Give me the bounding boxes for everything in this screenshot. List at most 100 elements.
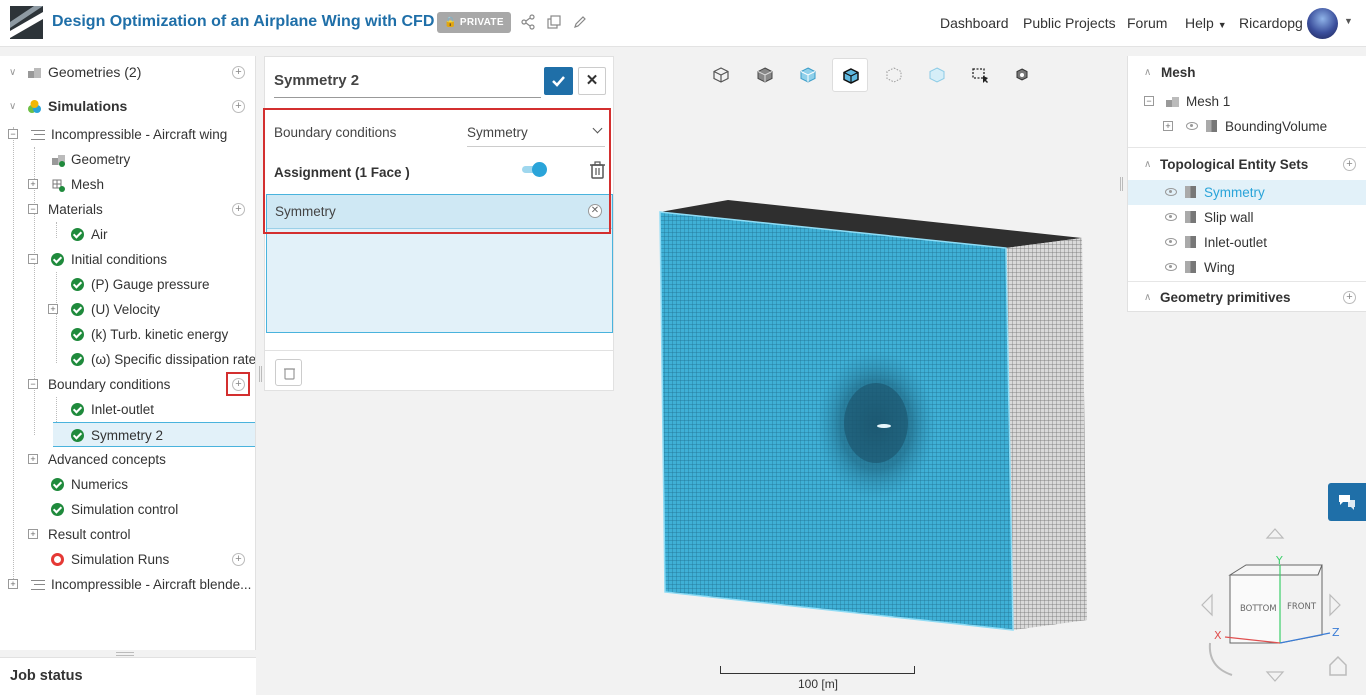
eye-icon[interactable] [1186, 122, 1198, 130]
add-entity-set-button[interactable]: + [1343, 158, 1356, 171]
splitter-grip[interactable] [1120, 177, 1123, 191]
entity-set-slip-wall[interactable]: Slip wall [1128, 205, 1366, 230]
settings-cube-tool[interactable] [1004, 58, 1040, 92]
nav-help[interactable]: Help ▼ [1185, 15, 1227, 31]
nav-user[interactable]: Ricardopg [1239, 15, 1303, 31]
box-select-tool[interactable] [962, 58, 998, 92]
avatar[interactable] [1307, 8, 1338, 39]
expand-toggle[interactable]: + [28, 529, 38, 539]
simscale-logo[interactable] [10, 6, 43, 39]
add-geometry-button[interactable]: + [232, 66, 245, 79]
tree-velocity[interactable]: + (U) Velocity [0, 297, 255, 322]
entity-set-inlet-outlet[interactable]: Inlet-outlet [1128, 230, 1366, 255]
delete-button[interactable] [275, 359, 302, 386]
mesh-icon [52, 179, 65, 192]
expand-toggle[interactable]: + [8, 579, 18, 589]
mesh-section-header[interactable]: ∧ Mesh [1128, 60, 1366, 85]
tree-inlet-outlet[interactable]: Inlet-outlet [0, 397, 255, 422]
chevron-up-icon[interactable]: ∧ [1144, 152, 1151, 177]
nav-dashboard[interactable]: Dashboard [940, 15, 1009, 31]
copy-icon[interactable] [546, 14, 562, 30]
tree-label: Symmetry 2 [91, 428, 164, 443]
tes-section-header[interactable]: ∧ Topological Entity Sets + [1128, 152, 1366, 177]
collapse-toggle[interactable]: − [28, 379, 38, 389]
tree-simulation-control[interactable]: Simulation control [0, 497, 255, 522]
tree-gauge-pressure[interactable]: (P) Gauge pressure [0, 272, 255, 297]
chevron-up-icon[interactable]: ∧ [1144, 60, 1151, 85]
view-points-tool[interactable] [876, 58, 912, 92]
arrow-down-icon[interactable] [1265, 671, 1285, 682]
mesh-icon [1166, 97, 1179, 107]
bounding-volume-item[interactable]: + BoundingVolume [1128, 114, 1366, 139]
chevron-down-icon[interactable]: ∨ [9, 94, 16, 119]
close-button[interactable]: ✕ [578, 67, 606, 95]
collapse-toggle[interactable]: − [28, 254, 38, 264]
nav-forum[interactable]: Forum [1127, 15, 1167, 31]
tree-geometries[interactable]: ∨ Geometries (2) + [0, 60, 255, 85]
x-axis-label: X [1214, 629, 1222, 642]
eye-icon[interactable] [1165, 238, 1177, 246]
tree-simulation-1[interactable]: − Incompressible - Aircraft wing [0, 122, 255, 147]
add-simulation-run-button[interactable]: + [232, 553, 245, 566]
check-icon [71, 303, 84, 316]
job-status-panel[interactable]: Job status [0, 657, 256, 695]
view-cube-navigator[interactable]: BOTTOM FRONT Y X Z [1190, 525, 1360, 695]
add-material-button[interactable]: + [232, 203, 245, 216]
tree-air[interactable]: Air [0, 222, 255, 247]
expand-toggle[interactable]: + [28, 454, 38, 464]
tree-simulation-runs[interactable]: Simulation Runs + [0, 547, 255, 572]
arrow-left-icon[interactable] [1201, 593, 1213, 617]
geometry-primitives-header[interactable]: ∧ Geometry primitives + [1128, 285, 1366, 310]
chat-button[interactable] [1328, 483, 1366, 521]
tree-simulation-2[interactable]: + Incompressible - Aircraft blende... [0, 572, 255, 597]
edit-pencil-icon[interactable] [572, 14, 588, 30]
tree-initial-conditions[interactable]: − Initial conditions [0, 247, 255, 272]
user-menu-chevron-icon[interactable]: ▼ [1344, 16, 1353, 26]
expand-toggle[interactable]: + [28, 179, 38, 189]
arrow-right-icon[interactable] [1329, 593, 1341, 617]
chevron-down-icon[interactable]: ∨ [9, 60, 16, 85]
entity-set-wing[interactable]: Wing [1128, 255, 1366, 280]
tree-sdr[interactable]: (ω) Specific dissipation rate [0, 347, 255, 372]
nav-public-projects[interactable]: Public Projects [1023, 15, 1116, 31]
tree-numerics[interactable]: Numerics [0, 472, 255, 497]
cube-icon [1185, 186, 1196, 198]
panel-resize-handle[interactable] [116, 652, 134, 656]
collapse-toggle[interactable]: − [1144, 96, 1154, 106]
view-transparent-tool[interactable] [919, 58, 955, 92]
expand-toggle[interactable]: + [48, 304, 58, 314]
cube-gear-icon [1016, 68, 1028, 81]
chevron-up-icon[interactable]: ∧ [1144, 285, 1151, 310]
tree-result-control[interactable]: + Result control [0, 522, 255, 547]
expand-toggle[interactable]: + [1163, 121, 1173, 131]
add-simulation-button[interactable]: + [232, 100, 245, 113]
tree-simulations[interactable]: ∨ Simulations + [0, 94, 255, 119]
eye-icon[interactable] [1165, 263, 1177, 271]
collapse-toggle[interactable]: − [28, 204, 38, 214]
tree-advanced-concepts[interactable]: + Advanced concepts [0, 447, 255, 472]
tree-tke[interactable]: (k) Turb. kinetic energy [0, 322, 255, 347]
splitter-grip[interactable] [259, 366, 262, 382]
rotate-icon[interactable] [1208, 642, 1233, 676]
mesh-viewport[interactable] [640, 180, 1110, 640]
view-solid-tool[interactable] [747, 58, 783, 92]
view-wireframe-tool[interactable] [703, 58, 739, 92]
confirm-button[interactable] [544, 67, 573, 95]
add-primitive-button[interactable]: + [1343, 291, 1356, 304]
share-icon[interactable] [520, 14, 536, 30]
tree-symmetry-2[interactable]: Symmetry 2 [53, 422, 255, 447]
eye-icon[interactable] [1165, 188, 1177, 196]
tree-geometry[interactable]: Geometry [0, 147, 255, 172]
tree-boundary-conditions[interactable]: − Boundary conditions + [0, 372, 255, 397]
mesh-1-item[interactable]: − Mesh 1 [1128, 89, 1366, 114]
view-surface-edges-tool[interactable] [832, 58, 868, 92]
eye-icon[interactable] [1165, 213, 1177, 221]
dialog-title[interactable]: Symmetry 2 [274, 72, 359, 89]
entity-set-symmetry[interactable]: Symmetry [1128, 180, 1366, 205]
collapse-toggle[interactable]: − [8, 129, 18, 139]
home-icon[interactable] [1329, 655, 1347, 676]
view-surface-tool[interactable] [790, 58, 826, 92]
tree-mesh[interactable]: + Mesh [0, 172, 255, 197]
arrow-up-icon[interactable] [1265, 528, 1285, 539]
tree-materials[interactable]: − Materials + [0, 197, 255, 222]
